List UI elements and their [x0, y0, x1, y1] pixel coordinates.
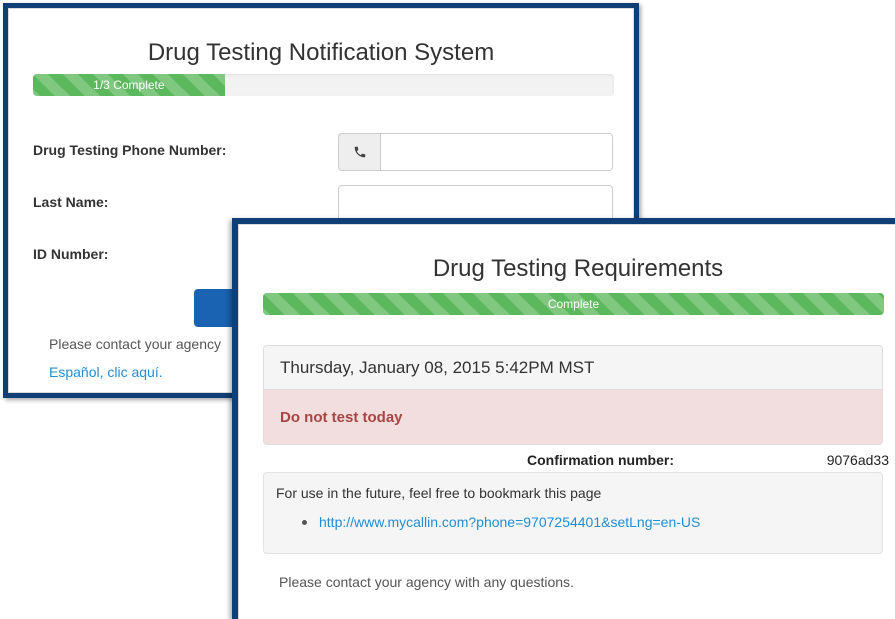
bookmark-well: For use in the future, feel free to book… — [263, 472, 883, 554]
bookmark-text: For use in the future, feel free to book… — [276, 485, 602, 501]
result-panel: Thursday, January 08, 2015 5:42PM MST Do… — [263, 345, 883, 445]
bookmark-list: http://www.mycallin.com?phone=9707254401… — [302, 514, 700, 530]
requirements-panel: Drug Testing Requirements Complete Thurs… — [238, 224, 895, 619]
requirements-window: Drug Testing Requirements Complete Thurs… — [232, 218, 895, 619]
progress-bar: Complete — [263, 293, 884, 315]
phone-input-group — [338, 133, 613, 171]
datetime-heading: Thursday, January 08, 2015 5:42PM MST — [264, 346, 882, 390]
phone-icon — [338, 133, 380, 171]
contact-text: Please contact your agency — [49, 336, 221, 352]
phone-label: Drug Testing Phone Number: — [33, 142, 227, 158]
phone-number-input[interactable] — [380, 133, 613, 171]
last-name-label: Last Name: — [33, 194, 109, 210]
spanish-link[interactable]: Español, clic aquí. — [49, 364, 163, 380]
confirmation-label: Confirmation number: — [527, 452, 674, 468]
bookmark-link[interactable]: http://www.mycallin.com?phone=9707254401… — [319, 514, 700, 530]
progress-bar: 1/3 Complete — [33, 74, 614, 96]
bullet-icon — [302, 519, 307, 525]
test-status-alert: Do not test today — [264, 390, 882, 444]
contact-text: Please contact your agency with any ques… — [279, 574, 574, 590]
progress-fill: Complete — [263, 293, 884, 315]
confirmation-number: 9076ad33 — [826, 452, 889, 468]
id-number-label: ID Number: — [33, 246, 109, 262]
page-title: Drug Testing Notification System — [147, 39, 495, 66]
page-title: Drug Testing Requirements — [432, 255, 724, 282]
progress-fill: 1/3 Complete — [33, 74, 225, 96]
list-item: http://www.mycallin.com?phone=9707254401… — [302, 514, 700, 530]
